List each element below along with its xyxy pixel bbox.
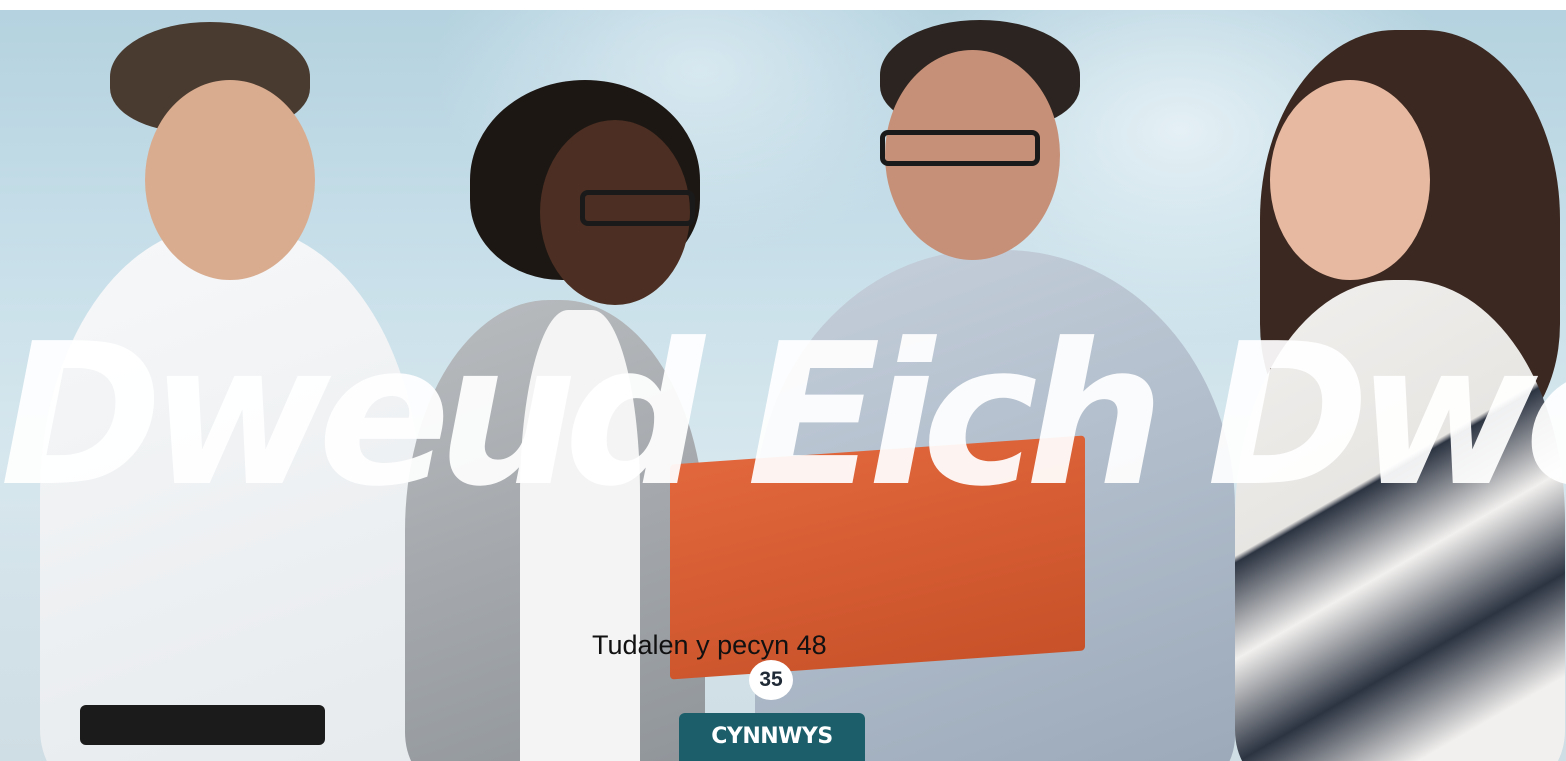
- package-page-note: Tudalen y pecyn 48: [592, 630, 827, 660]
- document-page: Dweud Eich Dweud Tudalen y pecyn 48 35 C…: [0, 0, 1566, 761]
- glasses-shape: [880, 130, 1040, 166]
- person-4-head: [1270, 80, 1430, 280]
- page-number-badge: 35: [749, 660, 793, 700]
- glasses-shape: [580, 190, 695, 226]
- cover-headline: Dweud Eich Dweud: [0, 302, 1566, 530]
- contents-link-button[interactable]: CYNNWYS: [679, 713, 865, 761]
- person-1-head: [145, 80, 315, 280]
- belt-shape: [80, 705, 325, 745]
